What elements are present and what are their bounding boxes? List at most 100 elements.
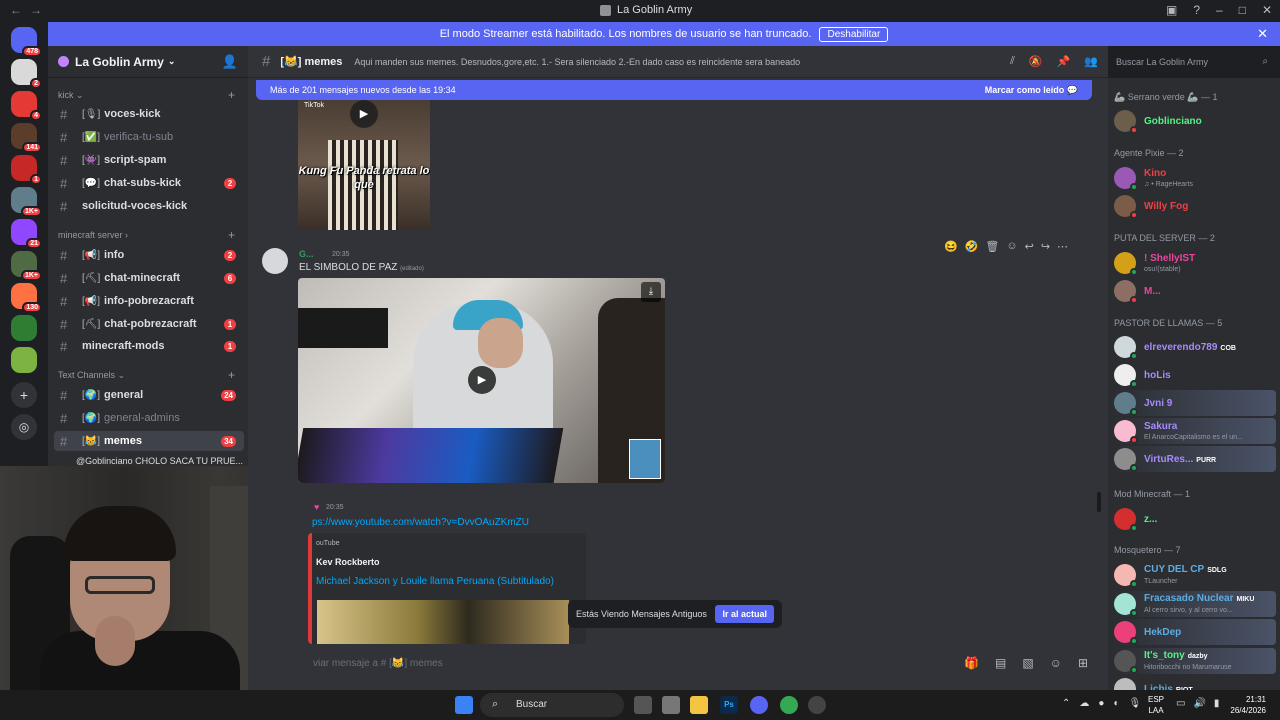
reply-icon[interactable]: ↩ — [1025, 240, 1034, 253]
download-icon[interactable]: ⤓ — [641, 282, 661, 302]
chrome-icon[interactable] — [780, 696, 798, 714]
member-item[interactable]: CUY DEL CP SDLG TLauncher — [1114, 562, 1276, 588]
member-item[interactable]: Lichis RIOT — [1114, 676, 1276, 690]
channel-voces-kick[interactable]: # [🎙] voces-kick — [54, 104, 244, 124]
add-member-icon[interactable]: 👤 — [222, 54, 238, 70]
chevron-up-icon[interactable]: ⌃ — [1062, 698, 1070, 709]
channel-solicitud-voces-kick[interactable]: # solicitud-voces-kick — [54, 196, 244, 216]
add-reaction-icon[interactable]: ☺ — [1006, 240, 1017, 252]
gif-icon[interactable]: ▤ — [995, 656, 1006, 670]
member-item[interactable]: ! ShellyIST osu!(stable) — [1114, 250, 1276, 276]
play-icon[interactable]: ▶ — [468, 366, 496, 394]
member-list-icon[interactable]: 👥 — [1084, 55, 1098, 68]
server-icon-6[interactable]: 21 — [11, 219, 42, 249]
server-icon-9[interactable] — [11, 315, 37, 341]
battery-icon[interactable]: ▮ — [1214, 698, 1220, 709]
add-channel-icon[interactable]: + — [228, 88, 235, 102]
embed-thumbnail[interactable] — [317, 600, 569, 644]
apps-icon[interactable]: ⊞ — [1078, 656, 1088, 670]
start-icon[interactable] — [455, 696, 473, 714]
add-channel-icon[interactable]: + — [228, 368, 235, 382]
channel-memes[interactable]: # [😹] memes 34 — [54, 431, 244, 451]
mark-as-read-button[interactable]: Marcar como leído 💬 — [985, 85, 1078, 96]
embed-title[interactable]: Michael Jackson y Louile llama Peruana (… — [316, 576, 554, 587]
server-icon-10[interactable] — [11, 347, 37, 373]
message-author[interactable]: G... — [299, 249, 314, 259]
channel-general[interactable]: # [🌍] general 24 — [54, 385, 244, 405]
disable-streamer-button[interactable]: Deshabilitar — [819, 26, 889, 42]
server-icon-1[interactable]: 2 — [11, 59, 42, 89]
embed-author[interactable]: Kev Rockberto — [316, 557, 380, 567]
microphone-icon[interactable]: 🎙 — [1128, 698, 1141, 709]
video-attachment[interactable]: ⤓ ▶ — [298, 278, 665, 483]
member-item[interactable]: Goblinciano — [1114, 108, 1276, 134]
member-item[interactable]: HekDep — [1114, 619, 1276, 645]
youtube-link[interactable]: ps://www.youtube.com/watch?v=DvvOAuZKmZU — [312, 517, 529, 528]
task-view-icon[interactable] — [634, 696, 652, 714]
gift-icon[interactable]: 🎁 — [964, 656, 979, 670]
maximize-icon[interactable]: □ — [1239, 3, 1246, 17]
server-icon-4[interactable]: 1 — [11, 155, 42, 185]
language-indicator[interactable]: ESP LAA — [1148, 694, 1164, 716]
member-item[interactable]: VirtuRes... PURR — [1114, 446, 1276, 472]
discord-icon[interactable] — [750, 696, 768, 714]
channel-verifica-tu-sub[interactable]: # [✅] verifica-tu-sub — [54, 127, 244, 147]
channel-topic[interactable]: Aqui manden sus memes. Desnudos,gore,etc… — [354, 57, 800, 67]
play-icon[interactable]: ▶ — [350, 100, 378, 128]
member-item[interactable]: Jvni 9 — [1114, 390, 1276, 416]
photoshop-icon[interactable]: Ps — [720, 696, 738, 714]
help-icon[interactable]: ? — [1193, 3, 1200, 17]
scrollbar[interactable] — [1097, 492, 1101, 512]
sticker-icon[interactable]: ▧ — [1022, 656, 1033, 670]
channel-general-admins[interactable]: # [🌍] general-admins — [54, 408, 244, 428]
server-icon-2[interactable]: 4 — [11, 91, 42, 121]
search-input[interactable]: Buscar La Goblin Army ⌕ — [1108, 51, 1274, 73]
reaction-emoji-icon[interactable]: 🤣 — [965, 240, 979, 253]
pin-icon[interactable]: 📌 — [1057, 55, 1071, 68]
tray-app-icon[interactable]: ◐ — [1113, 698, 1119, 709]
discover-icon[interactable]: ◎ — [11, 414, 37, 440]
forward-icon[interactable]: ↪ — [1041, 240, 1050, 253]
volume-icon[interactable]: 🔊 — [1193, 698, 1205, 709]
notification-bell-icon[interactable]: 🔕 — [1029, 55, 1043, 68]
reaction-emoji-icon[interactable]: 🗑 — [985, 240, 999, 253]
member-item[interactable]: Sakura El AnarcoCapitalismo es el un... — [1114, 418, 1276, 444]
close-window-icon[interactable]: ✕ — [1262, 3, 1272, 17]
server-icon-5[interactable]: 1K+ — [11, 187, 42, 217]
category-text-channels[interactable]: Text Channels ⌄ + — [58, 368, 235, 382]
channel-chat-subs-kick[interactable]: # [💬] chat-subs-kick 2 — [54, 173, 244, 193]
channel-chat-pobrezacraft[interactable]: # [⛏] chat-pobrezacraft 1 — [54, 314, 244, 334]
file-explorer-icon[interactable] — [690, 696, 708, 714]
member-item[interactable]: z... — [1114, 506, 1276, 532]
tray-app-icon[interactable]: ● — [1098, 698, 1104, 709]
network-icon[interactable]: ▭ — [1176, 698, 1185, 709]
threads-icon[interactable]: ⫽ — [1010, 55, 1015, 68]
guild-header[interactable]: La Goblin Army ⌄ 👤 — [48, 46, 248, 78]
add-channel-icon[interactable]: + — [228, 228, 235, 242]
clock[interactable]: 21:31 26/4/2026 — [1230, 694, 1266, 716]
jump-to-present-button[interactable]: Ir al actual — [715, 605, 774, 623]
taskbar-search[interactable]: ⌕ Buscar — [480, 693, 624, 717]
channel-chat-minecraft[interactable]: # [⛏] chat-minecraft 6 — [54, 268, 244, 288]
tiktok-video[interactable]: TikTok ▶ Kung Fu Panda retrata lo que — [298, 100, 430, 230]
server-icon-3[interactable]: 141 — [11, 123, 42, 153]
server-icon-8[interactable]: 130 — [11, 283, 42, 313]
member-item[interactable]: Fracasado Nuclear MIKU Al cerro sirvo, y a… — [1114, 591, 1276, 617]
avatar[interactable] — [262, 248, 288, 274]
channel-script-spam[interactable]: # [👾] script-spam — [54, 150, 244, 170]
inbox-icon[interactable]: ▣ — [1166, 3, 1177, 17]
close-banner-icon[interactable]: ✕ — [1257, 26, 1268, 42]
onedrive-icon[interactable]: ☁ — [1079, 698, 1089, 709]
app-icon[interactable] — [808, 696, 826, 714]
category-kick[interactable]: kick ⌄ + — [58, 88, 235, 102]
emoji-icon[interactable]: ☺ — [1050, 656, 1062, 670]
add-server-icon[interactable]: + — [11, 382, 37, 408]
more-icon[interactable]: ⋯ — [1057, 240, 1068, 253]
new-messages-bar[interactable]: Más de 201 mensajes nuevos desde las 19:… — [256, 80, 1092, 100]
server-icon-7[interactable]: 1K+ — [11, 251, 42, 281]
member-item[interactable]: Willy Fog — [1114, 193, 1276, 219]
member-item[interactable]: Kino ♫ • RageHearts — [1114, 165, 1276, 191]
channel-minecraft-mods[interactable]: # minecraft-mods 1 — [54, 336, 244, 356]
channel-info[interactable]: # [📢] info 2 — [54, 245, 244, 265]
message-composer[interactable]: viar mensaje a # [😹] memes 🎁 ▤ ▧ ☺ ⊞ — [313, 650, 1100, 676]
